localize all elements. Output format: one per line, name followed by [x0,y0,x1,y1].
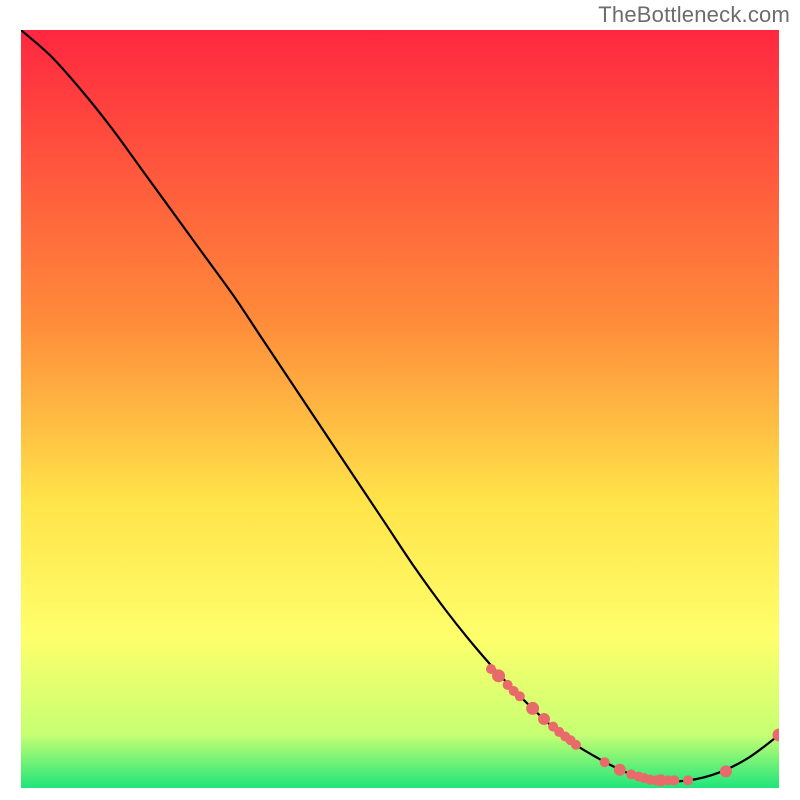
point-marker [683,775,693,785]
plot-area [21,30,779,788]
point-marker [669,775,679,785]
gradient-background [21,30,779,788]
point-marker [515,691,525,701]
point-marker [600,757,610,767]
chart-canvas: TheBottleneck.com [0,0,800,800]
watermark-text: TheBottleneck.com [598,2,790,28]
point-marker [614,764,626,776]
point-marker [492,669,505,682]
point-marker [526,702,539,715]
point-marker [720,765,732,777]
point-marker [538,713,550,725]
chart-svg [21,30,779,788]
point-marker [571,740,581,750]
